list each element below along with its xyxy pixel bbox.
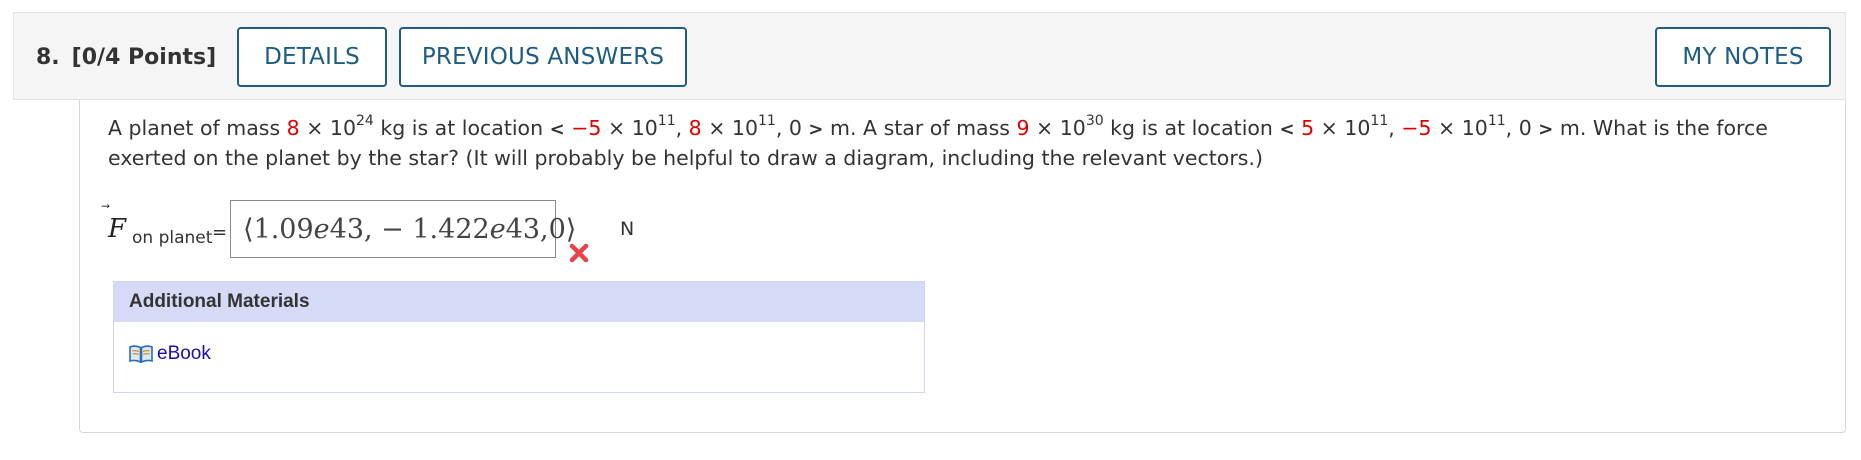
answer-input[interactable]: ⟨ 1.09 e 43, − 1.422 e 43,0 ⟩ [230, 200, 576, 258]
close-icon [569, 243, 589, 263]
question-points: [0/4 Points] [71, 44, 217, 70]
previous-answers-button[interactable]: PREVIOUS ANSWERS [399, 27, 687, 87]
equals-sign: = [212, 222, 228, 243]
book-icon [129, 345, 153, 364]
question-number: 8. [36, 44, 60, 70]
star-x-coefficient: 5 [1301, 116, 1315, 140]
additional-materials-heading: Additional Materials [114, 282, 924, 322]
force-vector-symbol: F⃗ [108, 214, 127, 244]
additional-materials: Additional Materials eBook [113, 281, 925, 393]
question-prompt: A planet of mass 8 × 1024 kg is at locat… [108, 113, 1768, 170]
star-mass-coefficient: 9 [1016, 116, 1030, 140]
question-header: 8. [0/4 Points] DETAILS PREVIOUS ANSWERS… [13, 12, 1846, 100]
question-body: A planet of mass 8 × 1024 kg is at locat… [79, 100, 1846, 433]
question-title: 8. [0/4 Points] [36, 13, 216, 101]
planet-y-coefficient: 8 [688, 116, 702, 140]
force-subscript: on planet [132, 228, 213, 248]
answer-unit: N [620, 218, 635, 240]
planet-mass-coefficient: 8 [286, 116, 300, 140]
ebook-link[interactable]: eBook [128, 343, 211, 365]
answer-row: F⃗ on planet = ⟨1.09e43, − 1.422e43,0⟩ N [108, 200, 808, 263]
details-button[interactable]: DETAILS [237, 27, 387, 87]
my-notes-button[interactable]: MY NOTES [1655, 27, 1831, 87]
planet-x-coefficient: −5 [571, 116, 602, 140]
star-y-coefficient: −5 [1401, 116, 1432, 140]
ebook-label: eBook [157, 343, 211, 364]
